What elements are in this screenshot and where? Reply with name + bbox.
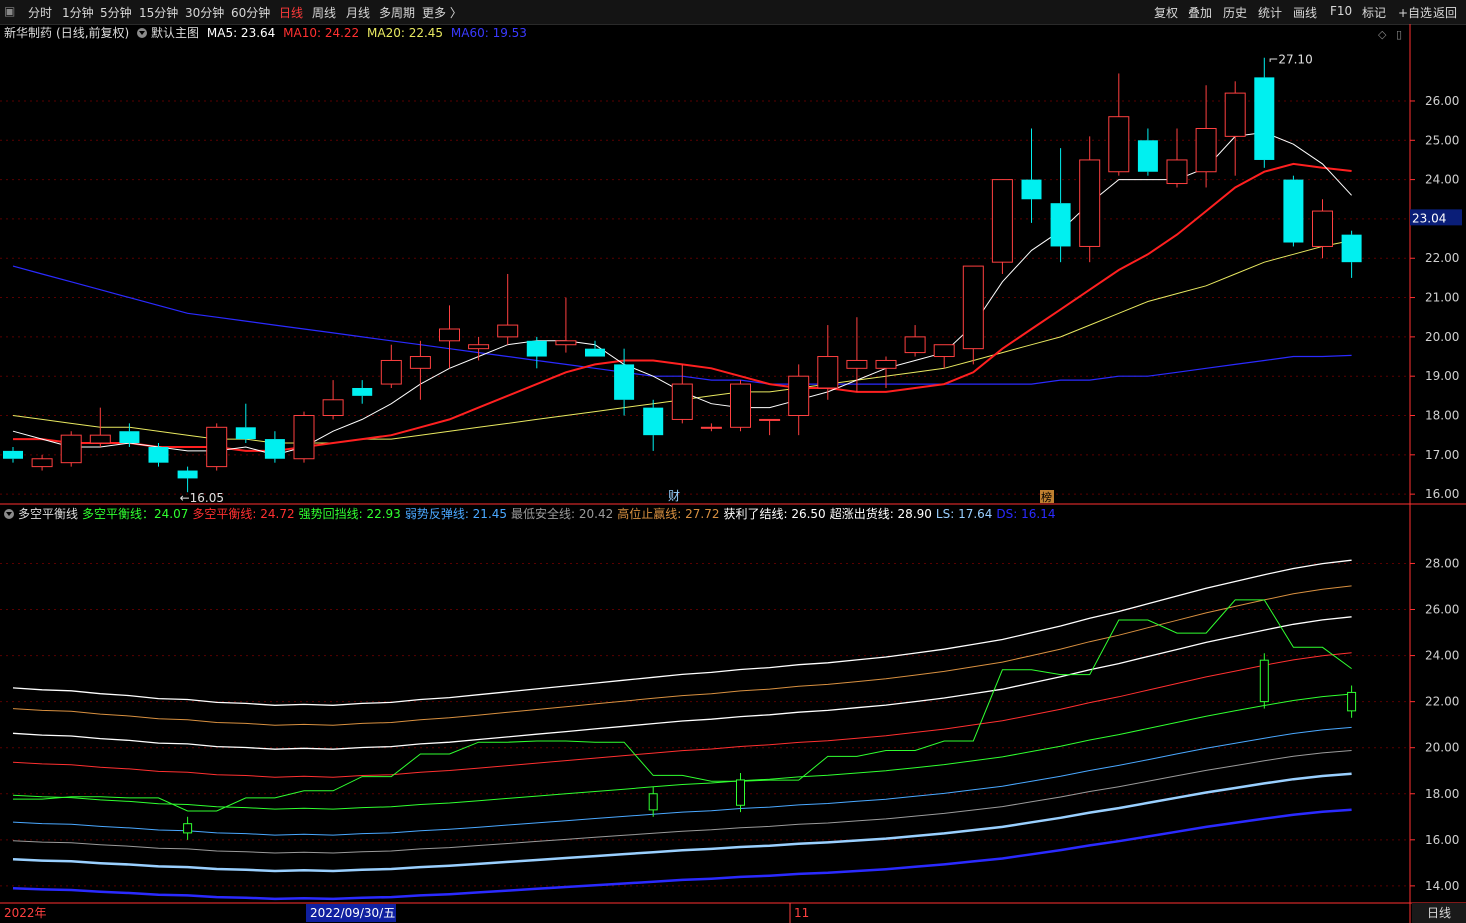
main-tick-label: 26.00 (1425, 94, 1459, 108)
step-line (13, 599, 1352, 812)
candle-body (148, 446, 169, 463)
mini-candle (648, 793, 658, 811)
indicator-tick-label: 22.00 (1425, 695, 1459, 709)
main-tick-label: 22.00 (1425, 251, 1459, 265)
candle-body (1108, 116, 1130, 173)
candle-body (759, 418, 781, 421)
x-label-date: 2022/09/30/五 (310, 906, 395, 920)
x-label-year: 2022年 (4, 906, 47, 920)
main-tick-label: 19.00 (1425, 369, 1459, 383)
candle-body (730, 383, 751, 428)
candle-body (585, 348, 605, 357)
candle-body (700, 426, 722, 429)
candle-body (177, 470, 198, 479)
candle-body (322, 399, 344, 417)
candle-body (1283, 179, 1304, 243)
candle-body (31, 458, 53, 468)
candle-body (904, 336, 926, 354)
candle-body (409, 356, 431, 369)
candle-body (439, 328, 460, 342)
candle-body (1079, 159, 1101, 247)
candle-body (380, 359, 402, 385)
indicator-tick-label: 16.00 (1425, 833, 1459, 847)
candle-body (235, 427, 256, 440)
main-tick-label: 20.00 (1425, 330, 1459, 344)
main-tick-label: 24.00 (1425, 173, 1459, 187)
indicator-tick-label: 20.00 (1425, 741, 1459, 755)
panel-icon: ▯ (1396, 28, 1402, 41)
candle-body (846, 359, 868, 369)
high-price-label: ⌐27.10 (1268, 53, 1312, 67)
main-tick-label: 18.00 (1425, 409, 1459, 423)
price-tag: 23.04 (1412, 211, 1446, 225)
ls-line (12, 772, 1352, 873)
candle-body (1341, 234, 1362, 263)
candle-body (875, 359, 897, 369)
low-price-label: ←16.05 (180, 491, 224, 505)
main-tick-label: 16.00 (1425, 487, 1459, 501)
x-label-month: 11 (794, 906, 809, 920)
band-profit (12, 616, 1352, 750)
mini-candle (183, 823, 193, 834)
candle-body (1224, 92, 1246, 137)
candle-body (643, 407, 664, 436)
main-tick-label: 21.00 (1425, 291, 1459, 305)
main-tick-label: 17.00 (1425, 448, 1459, 462)
candle-body (991, 179, 1013, 263)
candle-body (1021, 179, 1042, 200)
candle-body (933, 344, 955, 358)
candle-body (1050, 203, 1071, 247)
chart-canvas[interactable]: 16.0017.0018.0019.0020.0021.0022.0023.00… (0, 0, 1466, 923)
ds-line (12, 808, 1352, 901)
indicator-tick-label: 28.00 (1425, 556, 1459, 570)
mini-candle (736, 779, 745, 806)
diamond-icon: ◇ (1378, 28, 1387, 41)
candle-body (497, 324, 519, 338)
candle-body (788, 375, 810, 417)
candle-body (264, 439, 285, 459)
candle-body (1312, 210, 1333, 247)
candle-body (468, 344, 490, 350)
candle-body (89, 434, 111, 444)
candle-body (293, 415, 315, 460)
candle-body (614, 364, 635, 400)
mini-candle (1259, 659, 1269, 703)
indicator-tick-label: 14.00 (1425, 879, 1459, 893)
candle-body (3, 450, 23, 459)
candle-body (119, 431, 140, 444)
indicator-tick-label: 24.00 (1425, 649, 1459, 663)
band-balance-red (12, 652, 1352, 778)
candle-body (60, 434, 82, 464)
candle-body (962, 265, 984, 350)
candle-body (1254, 77, 1275, 160)
event-marker: 榜 (1041, 490, 1052, 504)
candle-body (555, 340, 577, 346)
band-super (12, 559, 1352, 706)
event-marker: 财 (668, 489, 680, 503)
candle-body (526, 340, 547, 357)
candle-body (1166, 159, 1188, 185)
candle-body (206, 426, 228, 468)
period-indicator: 日线 (1412, 903, 1466, 923)
candle-body (817, 356, 839, 389)
indicator-tick-label: 26.00 (1425, 603, 1459, 617)
candle-body (1137, 140, 1158, 172)
indicator-tick-label: 18.00 (1425, 787, 1459, 801)
candle-body (671, 383, 693, 420)
main-tick-label: 25.00 (1425, 133, 1459, 147)
mini-candle (1347, 691, 1357, 712)
candle-body (352, 387, 373, 396)
band-strong (12, 693, 1352, 810)
candle-body (1195, 127, 1217, 173)
